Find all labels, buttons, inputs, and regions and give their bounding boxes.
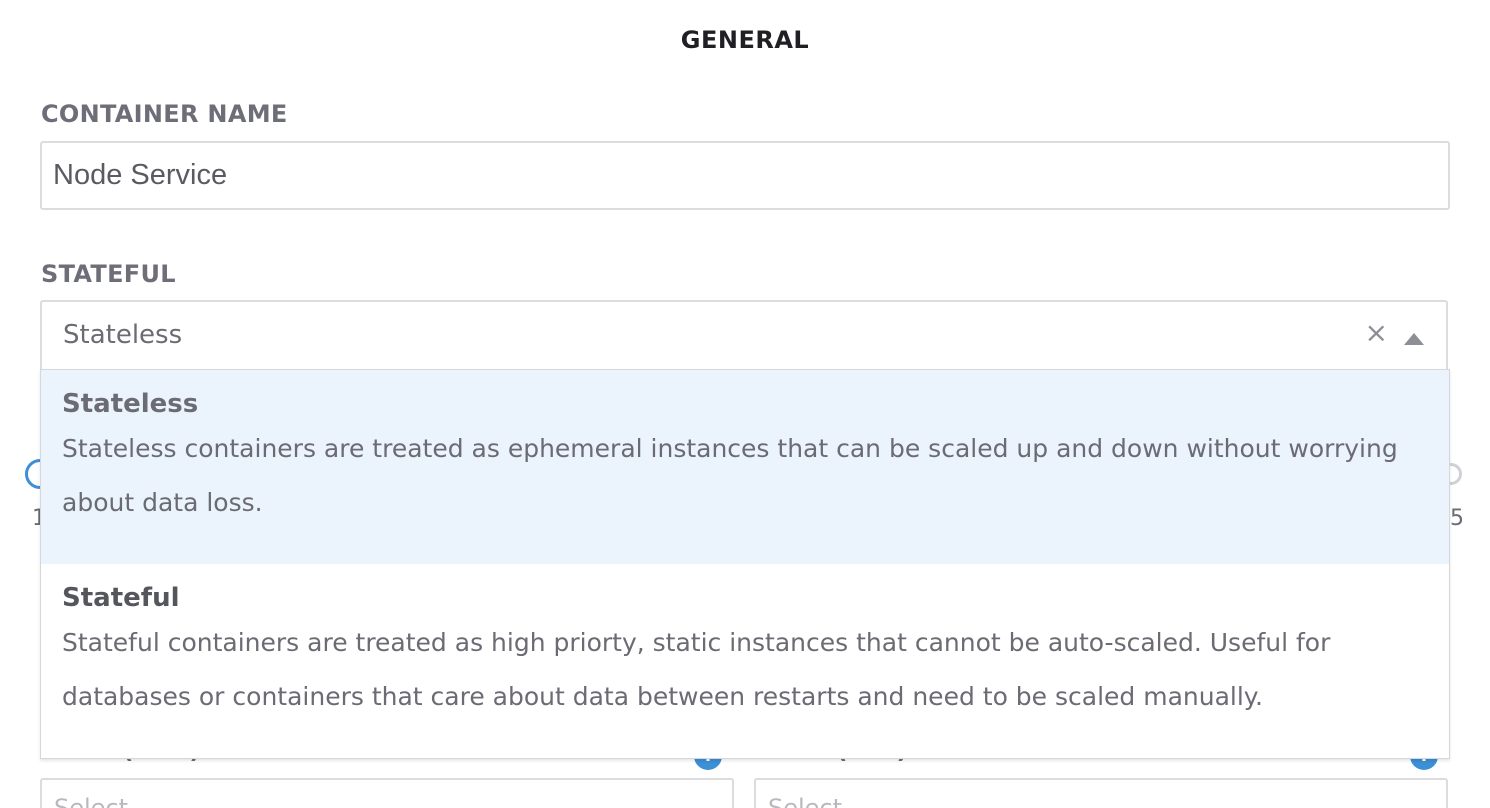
container-name-label: CONTAINER NAME (41, 100, 288, 128)
select-placeholder: Select... (768, 794, 865, 808)
clear-icon[interactable]: × (1365, 319, 1388, 347)
chevron-up-icon[interactable] (1404, 333, 1424, 345)
stateful-selected-value: Stateless (63, 320, 183, 350)
stateful-dropdown-menu: Stateless Stateless containers are treat… (40, 369, 1450, 759)
stateful-label: STATEFUL (41, 260, 176, 288)
option-title: Stateful (62, 583, 180, 613)
slider-max-label: 5 (1450, 506, 1464, 531)
container-name-input[interactable] (40, 141, 1450, 210)
option-title: Stateless (62, 389, 199, 419)
tags-any-select[interactable]: Select... (40, 778, 734, 808)
option-stateful[interactable]: Stateful Stateful containers are treated… (41, 564, 1449, 758)
settings-page: GENERAL CONTAINER NAME STATEFUL 1 5 TAGS… (0, 0, 1490, 808)
option-stateless[interactable]: Stateless Stateless containers are treat… (41, 370, 1449, 564)
stateful-select[interactable]: Stateless × (40, 300, 1448, 370)
tags-all-select[interactable]: Select... (754, 778, 1448, 808)
option-description: Stateful containers are treated as high … (62, 627, 1331, 711)
select-placeholder: Select... (54, 794, 151, 808)
option-description: Stateless containers are treated as ephe… (62, 433, 1398, 517)
section-title: GENERAL (680, 26, 810, 54)
